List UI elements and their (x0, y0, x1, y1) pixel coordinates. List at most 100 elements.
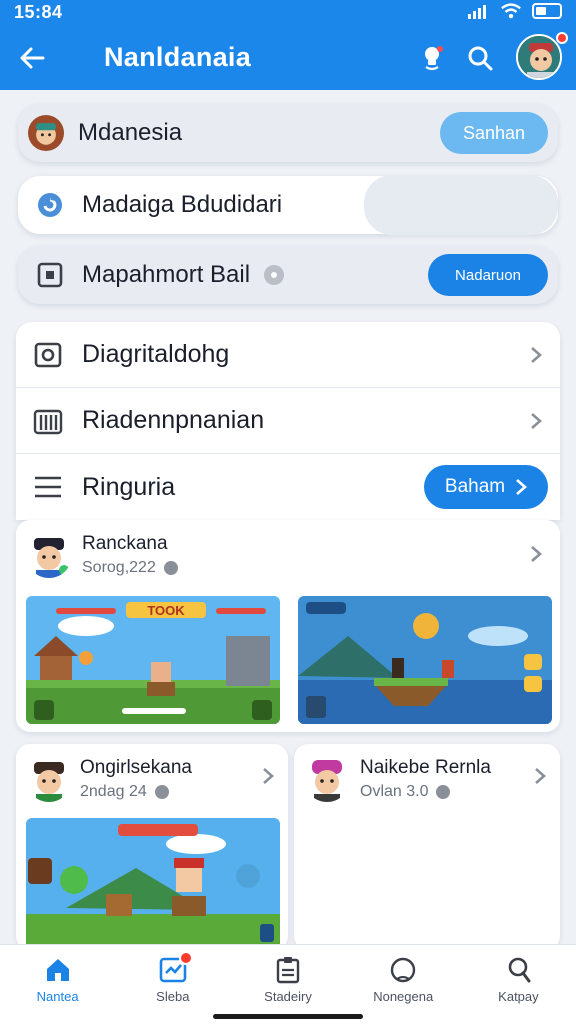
feed-meta-text: Ovlan 3.0 (360, 783, 429, 800)
row-label: Madaiga Bdudidari (82, 191, 283, 218)
nav-label: Sleba (156, 989, 190, 1004)
feed-meta-text: 2ndag 24 (80, 783, 147, 800)
svg-text:TOOK: TOOK (147, 603, 185, 618)
page-title: Nanldanaia (104, 42, 252, 72)
chevron-right-icon[interactable] (530, 766, 550, 786)
info-icon (264, 265, 285, 285)
notification-dot (556, 32, 568, 44)
feed-name: Naikebe Rernla (360, 757, 491, 778)
row-avatar (28, 115, 64, 151)
avatar (304, 756, 350, 802)
nav-item-sleba[interactable]: Sleba (115, 945, 230, 1024)
game-scene-image: TOOK (26, 596, 280, 724)
item-label: Riadennpnanian (82, 406, 265, 434)
feed-card-ranckana[interactable]: Ranckana Sorog,222 TOOK (16, 520, 560, 732)
app-bar: 15:84 Nanldanaia (0, 0, 576, 90)
feed-header: Naikebe Rernla Ovlan 3.0 (304, 756, 491, 802)
avatar (26, 532, 72, 578)
nadaruon-button[interactable]: Nadaruon (428, 254, 548, 296)
avatar-icon (26, 756, 72, 802)
feed-meta: 2ndag 24 (80, 783, 192, 801)
bulb-button[interactable] (414, 40, 450, 76)
toggle-area[interactable] (364, 175, 558, 235)
feed-name: Ranckana (82, 533, 168, 554)
avatar[interactable] (516, 34, 562, 80)
row-label: Mapahmort Bail (82, 261, 251, 288)
globe-icon (154, 785, 169, 799)
row-mdanesia[interactable]: Mdanesia Sanhan (18, 104, 558, 162)
row-label: Mdanesia (78, 119, 183, 146)
avatar-icon (304, 756, 350, 802)
avatar-icon (518, 36, 560, 78)
avatar-icon (26, 532, 72, 578)
nav-label: Katpay (498, 989, 539, 1004)
row-icon (32, 187, 68, 223)
menu-icon (35, 476, 61, 498)
avatar (26, 756, 72, 802)
home-indicator[interactable] (213, 1014, 363, 1019)
nav-label: Nonegena (373, 989, 434, 1004)
game-thumbnail[interactable]: TOOK (26, 596, 280, 724)
sanhan-button[interactable]: Sanhan (440, 112, 548, 154)
feed-card-ongirlsekana[interactable]: Ongirlsekana 2ndag 24 (16, 744, 288, 950)
signal-icon (468, 3, 490, 19)
feed-header: Ongirlsekana 2ndag 24 (26, 756, 192, 802)
baham-button[interactable]: Baham (424, 465, 548, 509)
item-label: Ringuria (82, 472, 176, 501)
avatar-icon (28, 115, 64, 151)
nav-label: Nantea (36, 989, 79, 1004)
nav-item-katpay[interactable]: Katpay (461, 945, 576, 1024)
building-icon (33, 409, 63, 434)
bulb-icon (425, 46, 443, 71)
chevron-right-icon (516, 479, 528, 495)
back-button[interactable] (14, 40, 50, 76)
list-item-diagritaldohg[interactable]: Diagritaldohg (16, 322, 560, 388)
nav-item-home[interactable]: Nantea (0, 945, 115, 1024)
nav-label: Stadeiry (264, 989, 312, 1004)
profile-icon (509, 957, 531, 983)
feed-header: Ranckana Sorog,222 (26, 532, 178, 578)
feed-meta: Sorog,222 (82, 559, 178, 577)
feed-meta-text: Sorog,222 (82, 559, 156, 576)
feed-meta: Ovlan 3.0 (360, 783, 491, 801)
game-scene-image (26, 818, 280, 950)
search-icon (468, 46, 493, 71)
globe-icon (436, 785, 451, 799)
game-thumbnail[interactable] (298, 596, 552, 724)
chevron-right-icon (526, 411, 546, 431)
nav-item-stadeiry[interactable]: Stadeiry (230, 945, 345, 1024)
nav-item-nonegena[interactable]: Nonegena (346, 945, 461, 1024)
list-item-ringuria[interactable]: Ringuria Baham (16, 454, 560, 520)
bottom-nav: Nantea Sleba Stadeiry Nonegena Katpay (0, 944, 576, 1024)
status-time: 15:84 (14, 2, 63, 22)
row-icon (32, 257, 68, 293)
search-button[interactable] (462, 40, 498, 76)
chevron-right-icon (526, 345, 546, 365)
chevron-right-icon[interactable] (526, 544, 546, 564)
item-label: Diagritaldohg (82, 340, 230, 368)
feed-name: Ongirlsekana (80, 757, 192, 778)
refresh-icon (38, 193, 62, 217)
item-icon (30, 337, 66, 373)
game-thumbnail[interactable] (26, 818, 280, 950)
chevron-right-icon[interactable] (258, 766, 278, 786)
battery-icon (532, 3, 562, 19)
feed-card-naikebe[interactable]: Naikebe Rernla Ovlan 3.0 (294, 744, 560, 950)
clipboard-icon (276, 957, 300, 984)
item-icon (30, 469, 66, 505)
camera-icon (34, 342, 62, 367)
home-icon (46, 959, 69, 981)
square-icon (37, 262, 63, 288)
button-label: Baham (444, 476, 506, 497)
settings-list: Diagritaldohg Riadennpnanian Ringuria Ba… (16, 322, 560, 520)
arrow-left-icon (20, 47, 45, 69)
globe-icon (163, 561, 178, 575)
system-icons (468, 2, 562, 20)
list-item-riadennpnanian[interactable]: Riadennpnanian (16, 388, 560, 454)
item-icon (30, 403, 66, 439)
wifi-icon (501, 3, 521, 19)
row-madaiga[interactable]: Madaiga Bdudidari (18, 175, 558, 235)
globe-icon (391, 957, 416, 983)
row-mapahmort[interactable]: Mapahmort Bail Nadaruon (18, 246, 558, 304)
game-scene-image (298, 596, 552, 724)
